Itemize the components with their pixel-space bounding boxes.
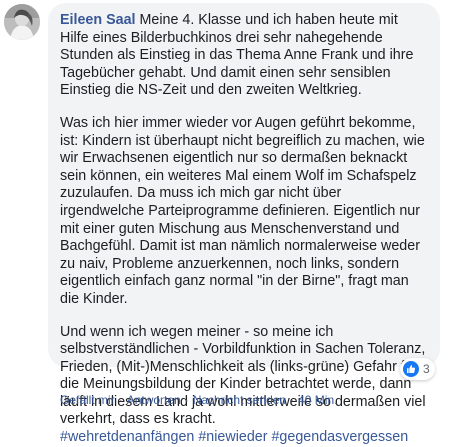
comment-actions: Gefällt mir · Antworten · Nachricht senden · 4…	[60, 393, 337, 407]
separator: ·	[184, 393, 189, 407]
reply-link[interactable]: Antworten	[127, 393, 181, 407]
profile-photo-icon	[4, 4, 40, 40]
comment-paragraph-2: Was ich hier immer wieder vor Augen gefü…	[60, 114, 425, 307]
hashtag-link[interactable]: #gegendasvergessen	[271, 429, 408, 445]
author-name[interactable]: Eileen Saal	[60, 12, 136, 28]
reaction-summary[interactable]: 3	[400, 358, 435, 380]
hashtag-link[interactable]: #wehretdenanfängen	[60, 429, 194, 445]
like-link[interactable]: Gefällt mir	[60, 393, 115, 407]
like-thumb-icon	[403, 361, 419, 377]
send-message-link[interactable]: Nachricht senden	[193, 393, 286, 407]
hashtag-link[interactable]: #niewieder	[198, 429, 267, 445]
reaction-count: 3	[423, 362, 430, 376]
separator: ·	[290, 393, 295, 407]
comment-text: Und wenn ich wegen meiner - so meine ich…	[60, 323, 426, 428]
avatar[interactable]	[4, 4, 40, 40]
timestamp-link[interactable]: 40 Min.	[298, 393, 337, 407]
hashtag-list: #wehretdenanfängen #niewieder #gegendasv…	[60, 429, 408, 445]
comment-paragraph-1: Eileen Saal Meine 4. Klasse und ich haben…	[60, 12, 429, 100]
separator: ·	[118, 393, 123, 407]
comment-paragraph-3: Und wenn ich wegen meiner - so meine ich…	[60, 324, 429, 447]
comment-bubble: Eileen Saal Meine 4. Klasse und ich haben…	[48, 3, 440, 445]
